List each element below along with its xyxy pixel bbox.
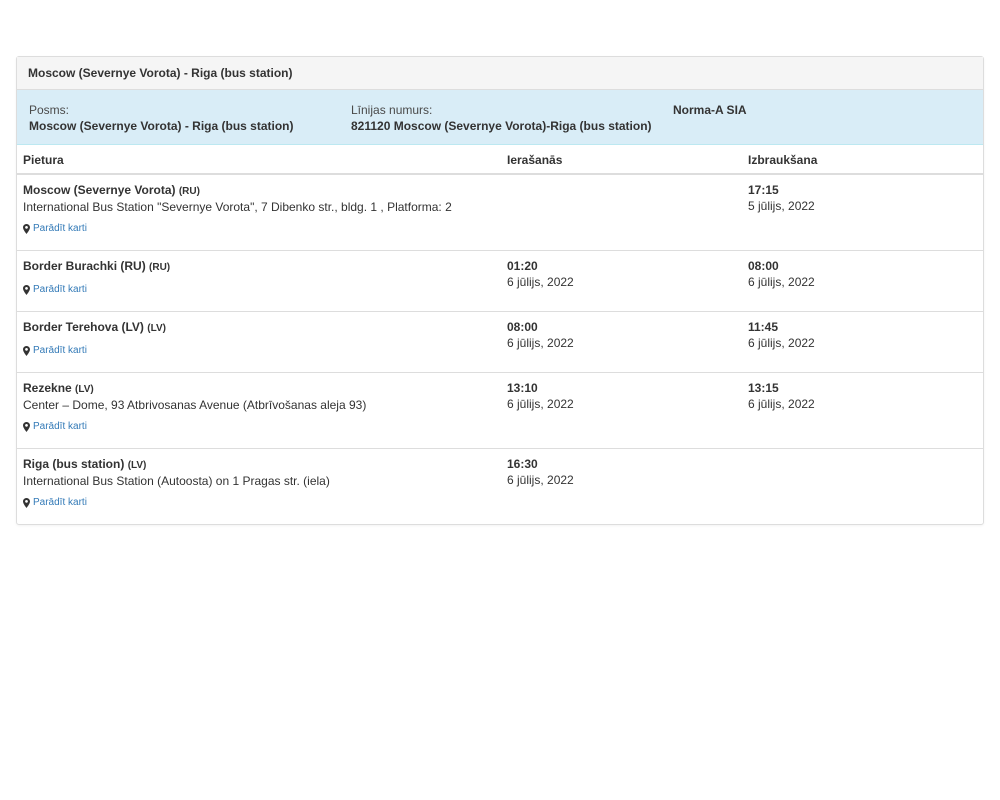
line-number-label: Līnijas numurs: [351,103,433,117]
stop-address: Center – Dome, 93 Atbrivosanas Avenue (A… [23,398,367,412]
departure-cell: 17:15 5 jūlijs, 2022 [748,183,815,214]
show-map-link[interactable]: Parādīt karti [23,345,87,356]
show-map-link[interactable]: Parādīt karti [23,497,87,508]
map-pin-icon [23,497,30,508]
arrival-time: 16:30 [507,457,538,471]
departure-date: 6 jūlijs, 2022 [748,336,815,350]
arrival-date: 6 jūlijs, 2022 [507,336,574,350]
stop-country: (LV) [75,384,94,395]
departure-time: 08:00 [748,259,779,273]
segment-label: Posms: [29,103,70,117]
stop-cell: Border Burachki (RU) (RU) [23,259,493,275]
stop-name-line: Moscow (Severnye Vorota) (RU) [23,183,493,199]
stop-country: (LV) [127,460,147,471]
arrival-date: 6 jūlijs, 2022 [507,397,574,411]
show-map-link[interactable]: Parādīt karti [23,223,87,234]
stop-name: Moscow (Severnye Vorota) [23,183,176,197]
departure-date: 6 jūlijs, 2022 [748,275,815,289]
stop-address: International Bus Station (Autoosta) on … [23,474,330,488]
stop-cell: Riga (bus station) (LV) International Bu… [23,457,493,489]
stop-cell: Moscow (Severnye Vorota) (RU) Internatio… [23,183,493,215]
table-row: Rezekne (LV) Center – Dome, 93 Atbrivosa… [17,373,983,449]
stop-name: Rezekne [23,381,72,395]
show-map-label: Parādīt karti [33,421,87,432]
table-header: Pietura Ierašanās Izbraukšana [17,145,983,175]
show-map-label: Parādīt karti [33,497,87,508]
table-row: Riga (bus station) (LV) International Bu… [17,449,983,524]
departure-cell: 13:15 6 jūlijs, 2022 [748,381,815,412]
show-map-label: Parādīt karti [33,223,87,234]
arrival-time: 01:20 [507,259,538,273]
route-info: Posms: Moscow (Severnye Vorota) - Riga (… [17,90,983,145]
stop-country: (RU) [149,262,171,273]
show-map-label: Parādīt karti [33,345,87,356]
header-stop: Pietura [23,153,64,167]
arrival-cell: 08:00 6 jūlijs, 2022 [507,320,574,351]
departure-time: 11:45 [748,320,779,334]
header-arrival: Ierašanās [507,153,563,167]
departure-time: 13:15 [748,381,779,395]
stops-table-body: Moscow (Severnye Vorota) (RU) Internatio… [17,175,983,524]
stop-cell: Border Terehova (LV) (LV) [23,320,493,336]
map-pin-icon [23,421,30,432]
route-panel: Moscow (Severnye Vorota) - Riga (bus sta… [16,56,984,525]
route-title: Moscow (Severnye Vorota) - Riga (bus sta… [17,57,983,90]
show-map-link[interactable]: Parādīt karti [23,284,87,295]
header-departure: Izbraukšana [748,153,818,167]
stop-name: Border Terehova (LV) [23,320,144,334]
stop-name-line: Rezekne (LV) [23,381,493,397]
operator-name: Norma-A SIA [673,103,747,117]
map-pin-icon [23,345,30,356]
stop-name: Riga (bus station) [23,457,125,471]
departure-cell: 08:00 6 jūlijs, 2022 [748,259,815,290]
table-row: Moscow (Severnye Vorota) (RU) Internatio… [17,175,983,251]
map-pin-icon [23,223,30,234]
segment-value: Moscow (Severnye Vorota) - Riga (bus sta… [29,119,294,133]
stop-name: Border Burachki (RU) [23,259,146,273]
stop-cell: Rezekne (LV) Center – Dome, 93 Atbrivosa… [23,381,493,413]
table-row: Border Burachki (RU) (RU) 01:20 6 jūlijs… [17,251,983,312]
departure-time: 17:15 [748,183,779,197]
map-pin-icon [23,284,30,295]
arrival-cell: 01:20 6 jūlijs, 2022 [507,259,574,290]
table-row: Border Terehova (LV) (LV) 08:00 6 jūlijs… [17,312,983,373]
arrival-date: 6 jūlijs, 2022 [507,275,574,289]
stop-name-line: Border Burachki (RU) (RU) [23,259,493,275]
stop-country: (LV) [147,323,166,334]
stop-address: International Bus Station "Severnye Voro… [23,200,452,214]
show-map-link[interactable]: Parādīt karti [23,421,87,432]
arrival-time: 13:10 [507,381,538,395]
stop-name-line: Riga (bus station) (LV) [23,457,493,473]
line-number-info: Līnijas numurs: 821120 Moscow (Severnye … [351,102,652,134]
arrival-cell: 16:30 6 jūlijs, 2022 [507,457,574,488]
departure-cell: 11:45 6 jūlijs, 2022 [748,320,815,351]
stop-name-line: Border Terehova (LV) (LV) [23,320,493,336]
segment-info: Posms: Moscow (Severnye Vorota) - Riga (… [29,102,293,134]
stop-country: (RU) [178,186,200,197]
arrival-cell: 13:10 6 jūlijs, 2022 [507,381,574,412]
arrival-time: 08:00 [507,320,538,334]
line-number-value: 821120 Moscow (Severnye Vorota)-Riga (bu… [351,119,652,133]
arrival-date: 6 jūlijs, 2022 [507,473,574,487]
departure-date: 5 jūlijs, 2022 [748,199,815,213]
operator-info: Norma-A SIA [673,102,747,118]
show-map-label: Parādīt karti [33,284,87,295]
departure-date: 6 jūlijs, 2022 [748,397,815,411]
